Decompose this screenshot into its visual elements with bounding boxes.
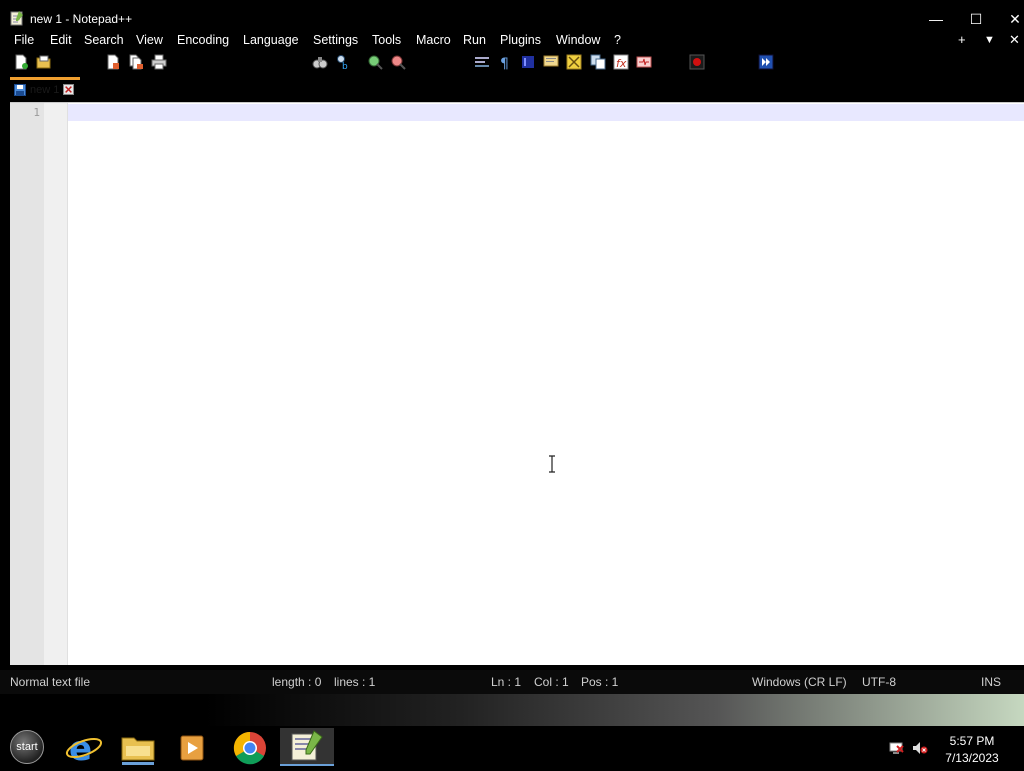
record-macro-icon[interactable] [689,54,705,70]
taskbar-internet-explorer[interactable]: e [60,728,108,769]
menu-run[interactable]: Run [463,33,486,47]
svg-text:fx: fx [616,57,627,70]
taskbar-notepad-plus-plus[interactable] [280,728,334,766]
current-line-highlight [68,104,1024,121]
tab-close-icon[interactable] [63,84,74,95]
close-button[interactable]: ✕ [1004,8,1024,30]
svg-text:b: b [342,62,348,70]
taskbar-chrome[interactable] [226,728,274,766]
find-icon[interactable] [312,54,328,70]
svg-text:¶: ¶ [500,56,509,70]
status-lines: lines : 1 [334,675,376,689]
tab-active-indicator [10,77,80,80]
chrome-icon [233,731,266,765]
maximize-button[interactable]: ☐ [965,8,987,30]
indent-guide-icon[interactable] [520,54,536,70]
toolbar: b ¶ fx [0,50,1024,76]
tab-bar: new 1 [0,76,1024,100]
status-encoding[interactable]: UTF-8 [862,675,896,689]
status-length: length : 0 [272,675,322,689]
start-button[interactable]: start [10,730,44,764]
tab-list-dropdown-button[interactable]: ▼ [984,34,995,46]
minimize-button[interactable]: — [925,8,947,30]
text-cursor-icon [549,455,555,473]
desktop-wallpaper-strip [0,694,1024,726]
folder-as-workspace-icon[interactable]: fx [613,54,629,70]
notepad-app-icon [10,11,23,26]
status-insert-mode[interactable]: INS [981,675,1001,689]
close-document-button[interactable]: ✕ [1009,32,1020,48]
run-macro-multiple-icon[interactable] [758,54,774,70]
menu-view[interactable]: View [136,33,163,47]
taskbar-file-explorer[interactable] [114,728,162,766]
menu-help[interactable]: ? [614,33,621,47]
line-number: 1 [33,106,40,119]
fold-margin[interactable] [44,103,68,665]
replace-icon[interactable]: b [336,54,352,70]
menu-file[interactable]: File [14,33,34,47]
menu-window[interactable]: Window [556,33,600,47]
menu-search[interactable]: Search [84,33,124,47]
menu-bar: File Edit Search View Encoding Language … [0,32,1024,50]
word-wrap-icon[interactable] [474,54,490,70]
tab-label: new 1 [30,84,60,96]
function-list-icon[interactable] [590,54,606,70]
status-column: Col : 1 [534,675,569,689]
zoom-in-icon[interactable] [367,54,383,70]
menu-macro[interactable]: Macro [416,33,451,47]
menu-edit[interactable]: Edit [50,33,72,47]
zoom-out-icon[interactable] [390,54,406,70]
status-line-number: Ln : 1 [491,675,522,689]
taskbar: start e 5:57 PM 7/13/2023 [0,726,1024,769]
file-explorer-icon [121,737,155,765]
taskbar-media-player[interactable] [168,728,216,766]
menu-encoding[interactable]: Encoding [177,33,229,47]
media-player-icon [180,735,204,761]
menu-plugins[interactable]: Plugins [500,33,541,47]
svg-text:e: e [69,729,92,766]
menu-tools[interactable]: Tools [372,33,401,47]
close-all-icon[interactable] [128,54,144,70]
menu-settings[interactable]: Settings [313,33,358,47]
status-position: Pos : 1 [581,675,619,689]
print-icon[interactable] [151,54,167,70]
menu-language[interactable]: Language [243,33,299,47]
status-bar: Normal text file length : 0 lines : 1 Ln… [0,670,1024,694]
clock-date[interactable]: 7/13/2023 [940,751,1004,765]
new-tab-plus-button[interactable]: + [958,32,966,47]
show-all-characters-icon[interactable]: ¶ [497,54,513,70]
close-file-icon[interactable] [105,54,121,70]
tab-new-1[interactable]: new 1 [10,76,80,100]
status-eol[interactable]: Windows (CR LF) [752,675,847,689]
new-file-icon[interactable] [13,54,29,70]
editor-area[interactable]: 1 [10,102,1024,665]
internet-explorer-icon: e [65,729,103,769]
volume-muted-icon[interactable] [912,741,928,755]
monitoring-icon[interactable] [636,54,652,70]
open-file-icon[interactable] [36,54,52,70]
document-map-icon[interactable] [566,54,582,70]
line-number-margin: 1 [10,103,44,665]
notepad-plus-plus-icon [291,730,323,761]
network-icon[interactable] [888,741,904,755]
title-bar: new 1 - Notepad++ — ☐ ✕ [0,0,1024,32]
clock-time[interactable]: 5:57 PM [940,734,1004,748]
status-file-type: Normal text file [10,675,91,689]
save-icon [14,84,26,96]
user-defined-language-icon[interactable] [543,54,559,70]
window-title: new 1 - Notepad++ [30,12,133,26]
